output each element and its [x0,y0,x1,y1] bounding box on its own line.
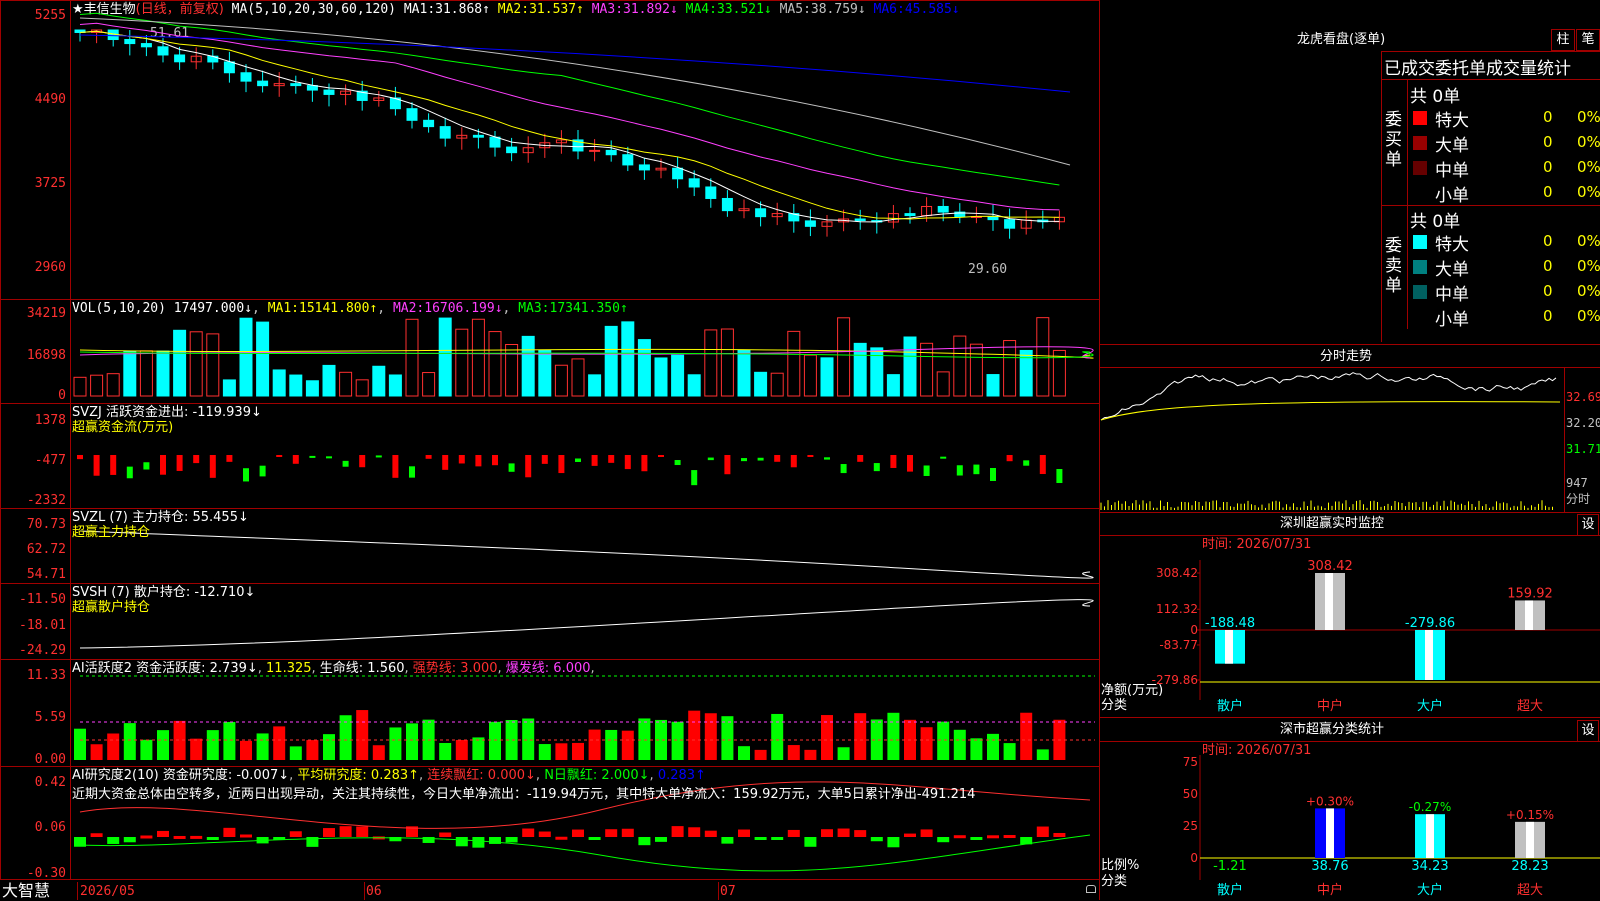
szcls-bar-pct: +0.15% [1506,808,1554,822]
szcls-ytick: 0 [1190,851,1198,865]
szcls-bar-pct: -0.27% [1409,800,1451,814]
szcls-bar-highlight [1426,814,1434,858]
szcls-bar-highlight [1526,821,1534,858]
szcls-bar-highlight [1326,808,1334,858]
szcls-category: 大户 [1417,882,1443,898]
szcls-bar-label: 28.23 [1511,859,1548,874]
szcls-bar-label: -1.21 [1213,859,1247,874]
szcls-bar-pct: +0.30% [1306,794,1354,808]
szcls-ytick: 75 [1183,755,1198,769]
szcls-category: 超大 [1517,883,1543,898]
szcls-bar-label: 34.23 [1411,859,1448,874]
szcls-chart: 75 50 25 0 -1.21 散户 +0.30% 38.76 中户 -0.27% 34.23 大户… [1183,755,1600,898]
szcls-category: 中户 [1317,882,1343,898]
szcls-category: 散户 [1217,882,1243,898]
szcls-ytick: 50 [1183,787,1198,801]
szcls-ytick: 25 [1183,819,1198,833]
szcls-bar-label: 38.76 [1311,859,1348,874]
